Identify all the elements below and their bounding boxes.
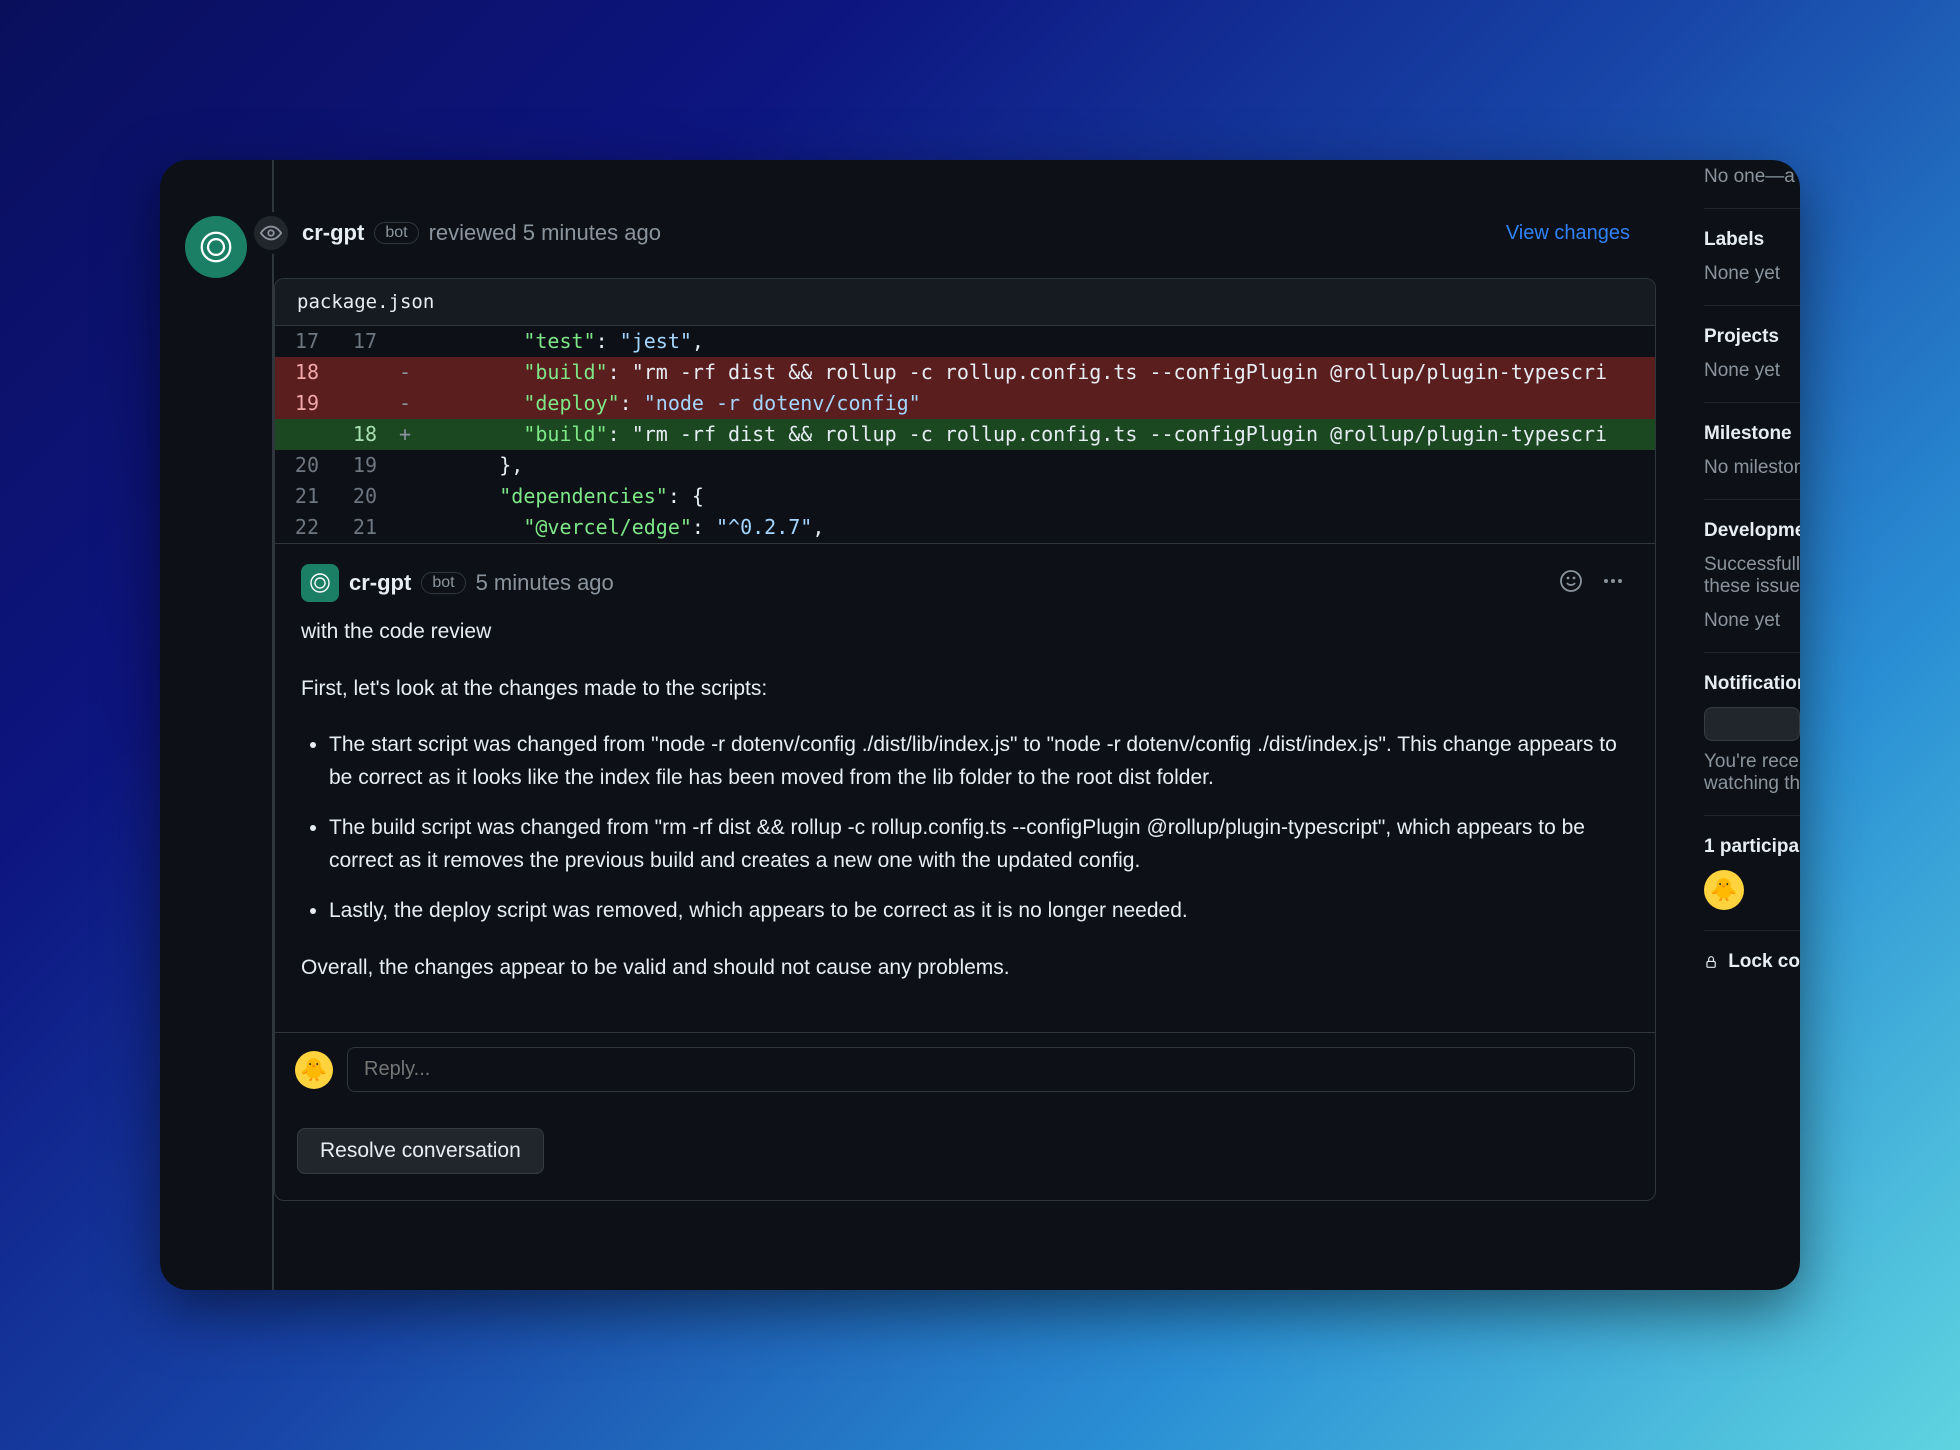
reviewer-avatar[interactable] [185,216,247,278]
new-line-number: 21 [333,512,391,543]
diff-row: 1717 "test": "jest", [275,326,1655,357]
diff-row: 2019 }, [275,450,1655,481]
lock-label: Lock co [1728,951,1800,973]
reply-input[interactable] [347,1047,1635,1092]
timeline-gutter [160,160,272,1290]
lock-icon [1704,952,1718,972]
comment-body: with the code review First, let's look a… [301,616,1629,984]
comment-bullets: The start script was changed from "node … [301,729,1629,928]
comment-bullet: The build script was changed from "rm -r… [329,812,1629,877]
old-line-number: 18 [275,357,333,388]
comment-avatar[interactable] [301,564,339,602]
new-line-number: 19 [333,450,391,481]
diff-sign: + [391,419,419,450]
development-title[interactable]: Developme [1704,520,1800,542]
diff-code: "build": "rm -rf dist && rollup -c rollu… [419,419,1655,450]
old-line-number: 17 [275,326,333,357]
new-line-number: 18 [333,419,391,450]
diff-row: 18+ "build": "rm -rf dist && rollup -c r… [275,419,1655,450]
comment-bullet: Lastly, the deploy script was removed, w… [329,895,1629,928]
new-line-number [333,388,391,419]
projects-title[interactable]: Projects [1704,326,1800,348]
main-column: cr-gpt bot reviewed 5 minutes ago View c… [272,160,1680,1290]
comment-bot-badge: bot [421,572,465,594]
right-sidebar: No one—a Labels None yet Projects None y… [1680,160,1800,1290]
old-line-number: 19 [275,388,333,419]
comment-bullet: The start script was changed from "node … [329,729,1629,794]
new-line-number [333,357,391,388]
old-line-number: 21 [275,481,333,512]
eye-icon [250,212,292,254]
comment-lead: First, let's look at the changes made to… [301,673,1629,706]
review-box: package.json 1717 "test": "jest",18- "bu… [274,278,1656,1201]
notifications-subscribe-button[interactable] [1704,707,1800,741]
diff-sign [391,450,419,481]
diff-sign [391,481,419,512]
milestone-title[interactable]: Milestone [1704,423,1800,445]
file-header[interactable]: package.json [275,279,1655,326]
diff-sign [391,512,419,543]
notifications-title[interactable]: Notification [1704,673,1800,695]
diff-code: "@vercel/edge": "^0.2.7", [419,512,1655,543]
new-line-number: 20 [333,481,391,512]
resolve-row: Resolve conversation [275,1106,1655,1200]
review-header: cr-gpt bot reviewed 5 minutes ago View c… [250,160,1680,278]
comment-conclusion: Overall, the changes appear to be valid … [301,952,1629,985]
diff-row: 2221 "@vercel/edge": "^0.2.7", [275,512,1655,543]
labels-title[interactable]: Labels [1704,229,1800,251]
comment-header: cr-gpt bot 5 minutes ago [301,564,1629,602]
review-action-text: reviewed 5 minutes ago [429,220,661,246]
old-line-number: 22 [275,512,333,543]
diff-row: 19 - "deploy": "node -r dotenv/config" [275,388,1655,419]
old-line-number: 20 [275,450,333,481]
kebab-menu-button[interactable] [1597,565,1629,602]
diff-table: 1717 "test": "jest",18- "build": "rm -rf… [275,326,1655,543]
app-window: cr-gpt bot reviewed 5 minutes ago View c… [160,160,1800,1290]
diff-code: "deploy": "node -r dotenv/config" [419,388,1655,419]
current-user-avatar[interactable]: 🐥 [295,1051,333,1089]
milestone-value: No milestone [1704,457,1800,479]
comment-intro: with the code review [301,616,1629,649]
diff-sign: - [391,357,419,388]
diff-code: }, [419,450,1655,481]
diff-row: 18 - "build": "rm -rf dist && rollup -c r… [275,357,1655,388]
reply-row: 🐥 [275,1032,1655,1106]
review-author[interactable]: cr-gpt [302,220,364,246]
participants-title: 1 participan [1704,836,1800,858]
diff-row: 2120 "dependencies": { [275,481,1655,512]
diff-sign [391,326,419,357]
notifications-desc1: You're rece [1704,751,1800,773]
development-desc1: Successfull [1704,554,1800,576]
assignees-value: No one—a [1704,166,1800,188]
comment-time: 5 minutes ago [476,570,614,596]
diff-code: "dependencies": { [419,481,1655,512]
old-line-number [275,419,333,450]
diff-code: "build": "rm -rf dist && rollup -c rollu… [419,357,1655,388]
development-desc2: these issue [1704,576,1800,598]
emoji-reaction-button[interactable] [1555,565,1587,602]
lock-conversation[interactable]: Lock co [1704,931,1800,973]
diff-sign: - [391,388,419,419]
comment-author[interactable]: cr-gpt [349,570,411,596]
development-value: None yet [1704,610,1800,632]
bot-badge: bot [374,222,418,244]
resolve-conversation-button[interactable]: Resolve conversation [297,1128,544,1174]
labels-value: None yet [1704,263,1800,285]
review-comment: cr-gpt bot 5 minutes ago with the code r… [275,543,1655,1032]
participant-avatar[interactable]: 🐥 [1704,870,1744,910]
diff-code: "test": "jest", [419,326,1655,357]
notifications-desc2: watching th [1704,773,1800,795]
view-changes-link[interactable]: View changes [1506,222,1630,245]
new-line-number: 17 [333,326,391,357]
projects-value: None yet [1704,360,1800,382]
